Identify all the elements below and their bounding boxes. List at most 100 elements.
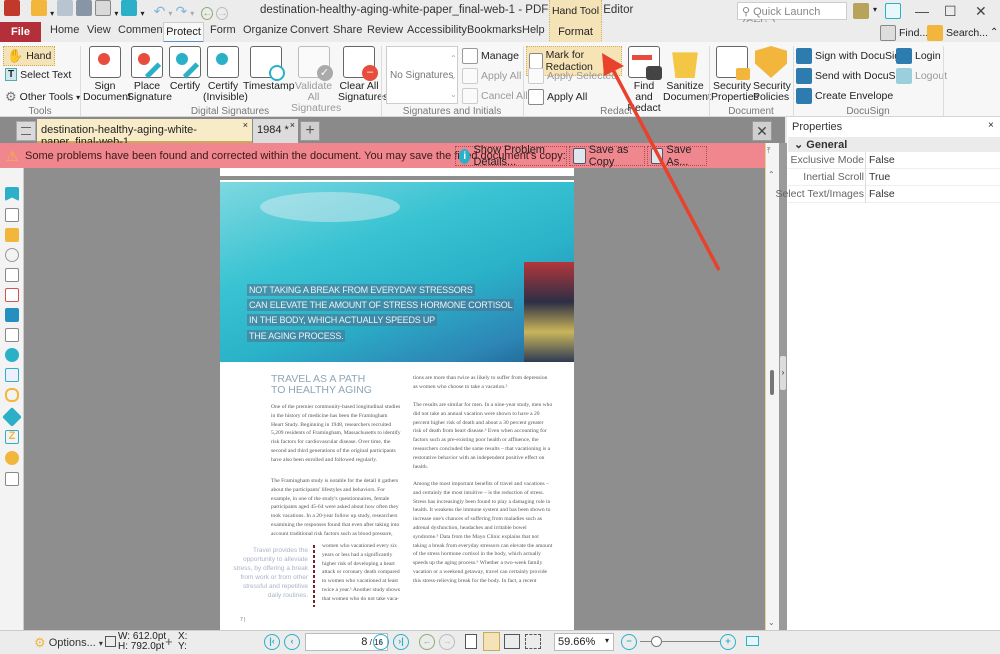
reading-order-icon[interactable] [5,472,19,486]
create-envelope-button[interactable]: Create Envelope [796,88,893,104]
hand-tool-button[interactable]: ✋ Hand [3,46,56,66]
ui-options-icon[interactable] [853,3,869,19]
tab-organize[interactable]: Organize [243,24,288,36]
content-icon[interactable] [5,268,19,282]
fit-page-icon[interactable] [746,636,759,646]
zoom-in-button[interactable]: + [720,634,736,650]
save-as-button[interactable]: Save As... [647,144,707,168]
comments-icon[interactable] [5,228,19,242]
single-page-view-icon[interactable] [465,634,477,649]
links-icon[interactable] [5,388,19,402]
attachments-icon[interactable] [5,248,19,262]
options-button[interactable]: ⚙ Options... ▾ [34,635,103,651]
validate-all-signatures-button[interactable]: ✓ Validate All Signatures [291,46,341,114]
certify-button[interactable]: Certify [167,46,203,92]
open-dropdown-icon[interactable]: ▾ [50,9,54,18]
destinations-icon[interactable] [5,348,19,362]
sign-document-button[interactable]: Sign Document [83,46,131,103]
tab-list-menu-button[interactable] [16,121,36,141]
zoom-slider-thumb[interactable] [650,636,662,647]
properties-group-general[interactable]: ⌄ General [788,137,1000,152]
tab-convert[interactable]: Convert [290,24,329,36]
maximize-button[interactable]: ☐ [944,3,957,20]
signatures-icon[interactable] [5,288,19,302]
property-row[interactable]: Select Text/Images False [775,186,1000,203]
send-with-docusign-button[interactable]: Send with DocuSign [796,68,910,84]
apply-all-redactions-button[interactable]: Apply All [528,89,587,105]
quick-launch-input[interactable]: ⚲ Quick Launch (Ctrl+.) [737,2,847,30]
tab-view[interactable]: View [87,24,111,36]
minimize-button[interactable]: — [915,3,929,19]
property-value[interactable]: False [869,154,895,166]
signatures-list-dropdown[interactable]: ⌄ [450,72,457,81]
signatures-list-scroll-down[interactable]: ⌄ [450,90,457,99]
security-policies-button[interactable]: Security Policies [753,46,791,103]
apply-all-signatures-button[interactable]: Apply All [462,68,521,84]
search-button[interactable]: Search... [927,25,988,41]
properties-close-icon[interactable]: × [988,120,994,131]
security-properties-button[interactable]: Security Properties [711,46,759,103]
property-value[interactable]: False [869,188,895,200]
collapse-ribbon-icon[interactable]: ⌃ [990,27,998,38]
previous-view-button[interactable]: ← [419,634,435,650]
structure-icon[interactable] [5,368,19,382]
tab-accessibility[interactable]: Accessibility [407,24,467,36]
tab-help[interactable]: Help [522,24,545,36]
document-tab-active[interactable]: destination-healthy-aging-white-paper_fi… [37,119,252,148]
panel-collapse-handle[interactable]: › [780,356,786,390]
last-page-button[interactable]: ›| [393,634,409,650]
forward-icon[interactable]: → [216,7,229,20]
email-dropdown-icon[interactable]: ▾ [114,9,118,18]
find-and-redact-button[interactable]: Find and Redact [624,46,664,114]
scroll-top-icon[interactable]: ⤒ [767,146,771,156]
menu-file[interactable]: File [0,22,41,43]
scan-icon[interactable] [121,0,138,16]
tab-home[interactable]: Home [50,24,79,36]
new-tab-button[interactable]: + [300,121,320,141]
show-problem-details-button[interactable]: i Show Problem Details... [455,144,567,168]
email-icon[interactable] [95,0,112,16]
undo-icon[interactable]: ↶ [154,3,166,19]
tab-share[interactable]: Share [333,24,362,36]
next-view-button[interactable]: → [439,634,455,650]
facing-view-icon[interactable] [504,634,520,649]
continuous-facing-view-icon[interactable] [525,634,541,649]
previous-page-button[interactable]: ‹ [284,634,300,650]
scan-dropdown-icon[interactable]: ▾ [141,9,145,18]
print-icon[interactable] [76,0,93,16]
tab-protect[interactable]: Protect [163,22,204,43]
scrollbar-thumb[interactable] [770,370,774,395]
sign-with-docusign-button[interactable]: Sign with DocuSign [796,48,906,64]
property-row[interactable]: Exclusive Mode False [788,152,1000,169]
find-button[interactable]: Find... [880,25,928,41]
tab-review[interactable]: Review [367,24,403,36]
redo-dropdown-icon[interactable]: ▾ [190,9,194,18]
save-as-copy-button[interactable]: Save as Copy [569,144,645,168]
pages-icon[interactable] [5,208,19,222]
select-text-button[interactable]: T Select Text [5,68,71,81]
cancel-all-signatures-button[interactable]: Cancel All [462,88,528,104]
close-window-button[interactable]: ✕ [975,3,987,20]
close-document-button[interactable]: ✕ [752,121,772,141]
back-icon[interactable]: ← [201,7,214,20]
first-page-button[interactable]: |‹ [264,634,280,650]
certify-invisible-button[interactable]: Certify (Invisible) [203,46,248,103]
tab-format[interactable]: Format [549,22,602,43]
tab-bookmarks[interactable]: Bookmarks [467,24,522,36]
close-tab-icon[interactable]: × [290,120,295,130]
docusign-logout-button[interactable]: Logout [896,68,947,84]
ui-options-dropdown-icon[interactable]: ▾ [873,5,877,14]
fullscreen-icon[interactable] [885,3,901,19]
redo-icon[interactable]: ↷ [175,3,187,19]
continuous-view-icon[interactable] [483,632,500,651]
property-row[interactable]: Inertial Scroll True [788,169,1000,186]
undo-dropdown-icon[interactable]: ▾ [168,9,172,18]
timestamp-button[interactable]: Timestamp [243,46,295,92]
signatures-list-scroll-up[interactable]: ⌃ [450,54,457,63]
apply-selected-redaction-button[interactable]: Apply Selected [528,68,617,84]
tab-comment[interactable]: Comment [118,24,166,36]
zoom-out-button[interactable]: − [621,634,637,650]
property-value[interactable]: True [869,171,890,183]
sanitize-document-button[interactable]: Sanitize Document [663,46,711,103]
properties-icon[interactable] [5,328,19,342]
